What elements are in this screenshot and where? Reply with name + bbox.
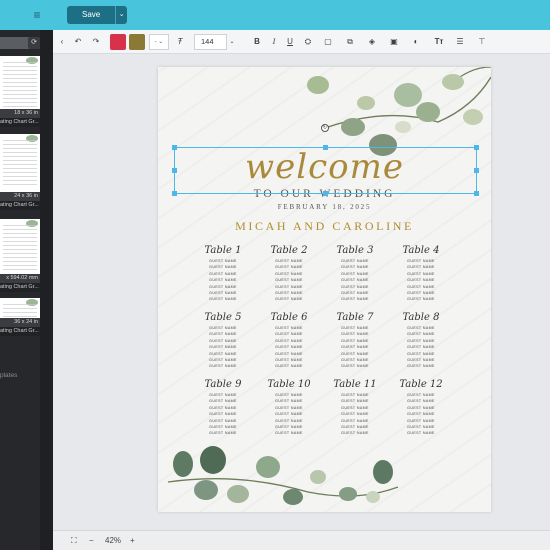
tool-strip — [40, 30, 53, 550]
resize-handle[interactable] — [474, 168, 479, 173]
thumbnail-label: ating Chart Gr... — [0, 201, 40, 210]
table-block[interactable]: Table 6 GUEST NAME GUEST NAME GUEST NAME GUE… — [264, 311, 314, 370]
table-block[interactable]: Table 11 GUEST NAME GUEST NAME GUEST NAME GU… — [330, 378, 380, 437]
refresh-icon[interactable]: ⟳ — [28, 37, 40, 49]
copy-style-icon[interactable]: ▢ — [322, 35, 334, 49]
table-block[interactable]: Table 4 GUEST NAME GUEST NAME GUEST NAME GUE… — [396, 244, 446, 303]
table-block[interactable]: Table 10 GUEST NAME GUEST NAME GUEST NAME GU… — [264, 378, 314, 437]
table-title: Table 1 — [204, 245, 242, 256]
eucalyptus-bottom-decoration — [167, 446, 399, 505]
zoom-in-button[interactable]: + — [130, 535, 135, 547]
table-title: Table 2 — [270, 245, 308, 256]
thumbnail-preview — [3, 62, 37, 107]
zoom-out-button[interactable]: − — [89, 535, 94, 547]
guest-name: GUEST NAME — [209, 364, 237, 369]
table-title: Table 10 — [267, 379, 311, 390]
guest-name: GUEST NAME — [275, 297, 303, 302]
thumbnail-preview — [3, 140, 37, 188]
text-selection-box[interactable] — [174, 147, 477, 194]
resize-handle[interactable] — [474, 191, 479, 196]
line-spacing-icon[interactable]: ☰ — [454, 35, 466, 49]
font-size-chevron-icon[interactable]: ⌄ — [228, 35, 236, 49]
text-toolbar: ‹ ↶ ↷ - ⌄ Ŧ 144 ⌄ B I U ⛭ ▢ ⧉ ◈ ▣ ◐ Tт ☰… — [53, 30, 550, 54]
table-block[interactable]: Table 5 GUEST NAME GUEST NAME GUEST NAME GUE… — [198, 311, 248, 370]
template-thumbnail[interactable] — [0, 56, 40, 111]
table-block[interactable]: Table 1 GUEST NAME GUEST NAME GUEST NAME GUE… — [198, 244, 248, 303]
align-top-icon[interactable]: ⊤ — [476, 35, 488, 49]
font-style-icon[interactable]: Ŧ — [173, 35, 187, 49]
wedding-date[interactable]: FEBRUARY 18, 2025 — [158, 203, 491, 211]
table-title: Table 4 — [402, 245, 440, 256]
zoom-bar: ⛶ − 42% + — [53, 530, 550, 550]
table-title: Table 8 — [402, 312, 440, 323]
table-block[interactable]: Table 7 GUEST NAME GUEST NAME GUEST NAME GUE… — [330, 311, 380, 370]
text-transform-icon[interactable]: Tт — [432, 35, 446, 49]
guest-name: GUEST NAME — [407, 297, 435, 302]
table-block[interactable]: Table 8 GUEST NAME GUEST NAME GUEST NAME GUE… — [396, 311, 446, 370]
duplicate-icon[interactable]: ⧉ — [344, 35, 356, 49]
thumbnail-size: 36 x 24 in — [0, 318, 40, 327]
font-size-input[interactable]: 144 — [194, 34, 227, 50]
opacity-icon[interactable]: ◐ — [410, 35, 422, 49]
guest-name: GUEST NAME — [407, 364, 435, 369]
resize-handle[interactable] — [172, 145, 177, 150]
top-bar: ≡ Save ⌄ — [0, 0, 550, 30]
table-block[interactable]: Table 2 GUEST NAME GUEST NAME GUEST NAME GUE… — [264, 244, 314, 303]
template-thumbnail[interactable] — [0, 134, 40, 192]
seating-chart-page[interactable]: welcome TO OUR WEDDING FEBRUARY 18, 2025… — [158, 67, 491, 512]
table-title: Table 3 — [336, 245, 374, 256]
save-options-chevron-icon[interactable]: ⌄ — [115, 6, 128, 24]
bold-button[interactable]: B — [251, 35, 263, 49]
thumbnail-size: x 594.02 mm — [0, 274, 40, 283]
resize-handle[interactable] — [172, 191, 177, 196]
resize-handle[interactable] — [474, 145, 479, 150]
thumbnail-preview — [3, 225, 37, 270]
layers-icon[interactable]: ◈ — [366, 35, 378, 49]
zoom-level[interactable]: 42% — [105, 535, 121, 547]
table-title: Table 11 — [333, 379, 377, 390]
guest-name: GUEST NAME — [407, 431, 435, 436]
resize-handle[interactable] — [172, 168, 177, 173]
table-title: Table 12 — [399, 379, 443, 390]
collapse-panel-icon[interactable]: ‹ — [56, 35, 68, 49]
table-title: Table 7 — [336, 312, 374, 323]
fit-screen-icon[interactable]: ⛶ — [71, 535, 77, 547]
save-button[interactable]: Save — [67, 6, 116, 24]
text-color-swatch[interactable] — [129, 34, 145, 50]
table-block[interactable]: Table 12 GUEST NAME GUEST NAME GUEST NAME GU… — [396, 378, 446, 437]
thumbnail-label: ating Chart Gr... — [0, 283, 40, 292]
italic-button[interactable]: I — [268, 35, 280, 49]
rotate-handle-icon[interactable]: ↻ — [321, 124, 329, 132]
table-title: Table 9 — [204, 379, 242, 390]
guest-name: GUEST NAME — [209, 431, 237, 436]
table-title: Table 5 — [204, 312, 242, 323]
table-block[interactable]: Table 9 GUEST NAME GUEST NAME GUEST NAME GUE… — [198, 378, 248, 437]
thumbnail-size: 18 x 36 in — [0, 109, 40, 118]
fill-color-swatch[interactable] — [110, 34, 126, 50]
table-title: Table 6 — [270, 312, 308, 323]
text-effects-icon[interactable]: ⛭ — [302, 35, 314, 49]
table-block[interactable]: Table 3 GUEST NAME GUEST NAME GUEST NAME GUE… — [330, 244, 380, 303]
guest-name: GUEST NAME — [341, 431, 369, 436]
thumbnail-size: 24 x 36 in — [0, 192, 40, 201]
hamburger-menu-icon[interactable]: ≡ — [30, 8, 44, 22]
thumbnail-label: ating Chart Gr... — [0, 118, 40, 127]
guest-name: GUEST NAME — [209, 297, 237, 302]
resize-handle[interactable] — [323, 191, 328, 196]
underline-button[interactable]: U — [284, 35, 296, 49]
guest-name: GUEST NAME — [275, 431, 303, 436]
undo-icon[interactable]: ↶ — [71, 35, 85, 49]
resize-handle[interactable] — [323, 145, 328, 150]
guest-name: GUEST NAME — [275, 364, 303, 369]
redo-icon[interactable]: ↷ — [89, 35, 103, 49]
guest-name: GUEST NAME — [341, 297, 369, 302]
templates-section-label: plates — [0, 372, 18, 379]
template-thumbnail[interactable] — [0, 219, 40, 274]
image-icon[interactable]: ▣ — [388, 35, 400, 49]
couple-names[interactable]: MICAH AND CAROLINE — [158, 219, 491, 234]
guest-name: GUEST NAME — [341, 364, 369, 369]
thumbnail-label: ating Chart Gr... — [0, 327, 40, 336]
font-family-select[interactable]: - ⌄ — [149, 34, 169, 50]
save-group: Save ⌄ — [67, 6, 128, 24]
